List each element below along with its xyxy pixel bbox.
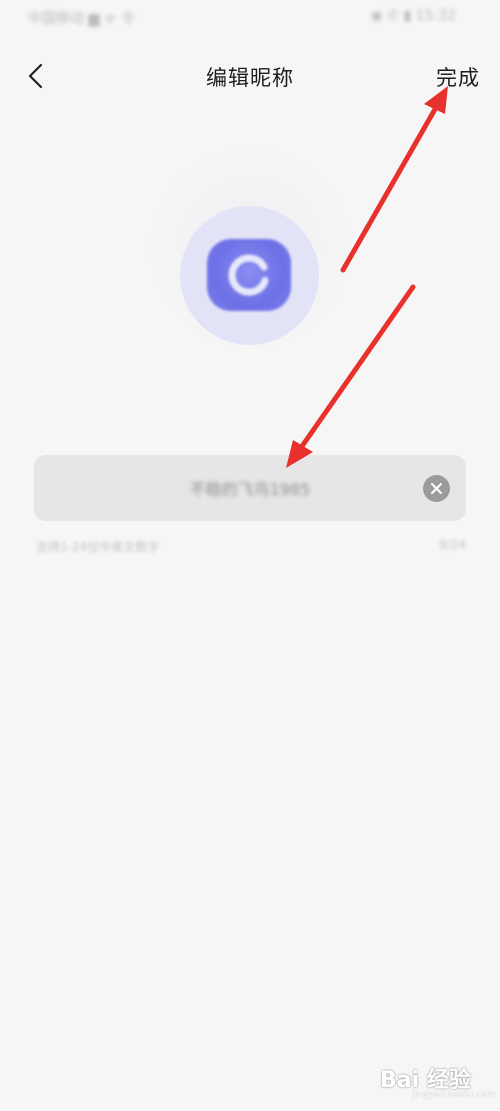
page-title: 编辑昵称: [206, 66, 294, 90]
carrier-signal-text: 中国移动 ▆ ᯤ 令: [28, 11, 135, 27]
done-button[interactable]: 完成: [436, 62, 480, 92]
nickname-rule-hint: 支持1-24位中英文数字: [36, 540, 160, 554]
clear-button[interactable]: [423, 475, 450, 502]
baidu-watermark: Bai 经验 jingyan.baidu.com: [380, 1058, 496, 1106]
nickname-field: [34, 455, 466, 521]
status-icons-time: ◉ ✆ ▮ 15:32: [370, 8, 456, 24]
clear-icon: [431, 483, 442, 494]
circular-arrow-logo-icon: [207, 239, 291, 311]
status-bar: 中国移动 ▆ ᯤ 令 ◉ ✆ ▮ 15:32: [0, 0, 500, 38]
avatar[interactable]: [180, 206, 319, 345]
watermark-url: jingyan.baidu.com: [412, 1090, 496, 1100]
nav-bar: 编辑昵称 完成: [0, 52, 500, 100]
char-counter: 9/24: [439, 538, 466, 552]
nickname-input[interactable]: [34, 455, 466, 521]
